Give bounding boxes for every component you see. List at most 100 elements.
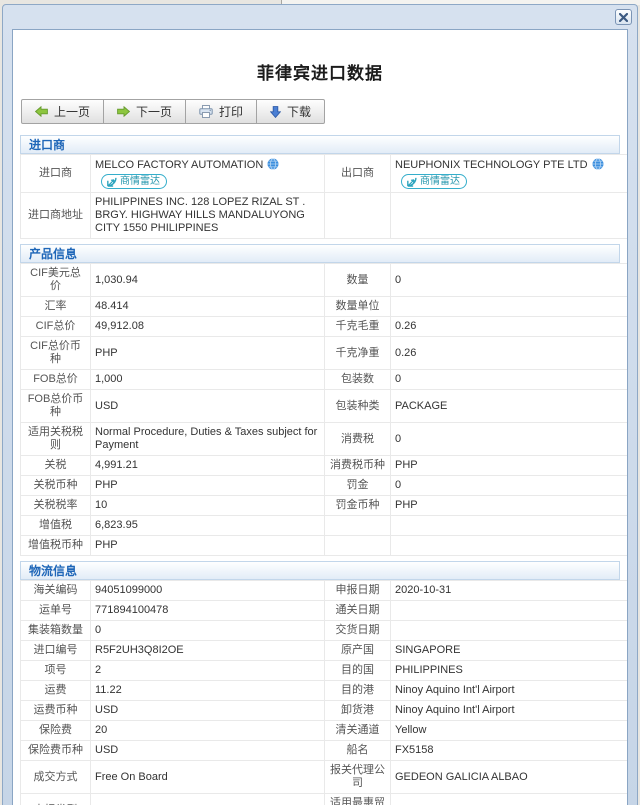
table-row: CIF总价 49,912.08 千克毛重0.26 <box>21 317 629 337</box>
field-label: 关税税率 <box>21 496 91 516</box>
field-value: Free On Board <box>91 761 325 794</box>
field-value-text: 0.26 <box>395 347 416 359</box>
table-row: FOB总价币种USD包装种类PACKAGE <box>21 390 629 423</box>
field-label: 运费币种 <box>21 701 91 721</box>
field-value-text: Yellow <box>395 724 426 736</box>
field-label: 适用关税税则 <box>21 423 91 456</box>
sections-container: 进口商进口商MELCO FACTORY AUTOMATION商情雷达出口商NEU… <box>13 135 627 805</box>
field-label: 原产国 <box>325 641 391 661</box>
field-label: 目的港 <box>325 681 391 701</box>
field-value-text: 94051099000 <box>95 584 162 596</box>
table-row: 保险费 20 清关通道 Yellow <box>21 721 629 741</box>
table-row: 增值税币种PHP <box>21 536 629 556</box>
field-value-text: Ninoy Aquino Int'l Airport <box>395 684 515 696</box>
table-row: 运费11.22目的港 Ninoy Aquino Int'l Airport <box>21 681 629 701</box>
field-value: 20 <box>91 721 325 741</box>
table-row: 申报类型Direct entry for home use适用最惠贸易协议 <box>21 794 629 805</box>
field-label: 清关通道 <box>325 721 391 741</box>
field-value-text: PHILIPPINES <box>395 664 463 676</box>
field-label <box>325 536 391 556</box>
field-label: 包装种类 <box>325 390 391 423</box>
download-label: 下载 <box>287 103 311 120</box>
field-label: 进口编号 <box>21 641 91 661</box>
table-row: 运费币种USD卸货港Ninoy Aquino Int'l Airport <box>21 701 629 721</box>
print-button[interactable]: 打印 <box>185 99 257 124</box>
dialog-content: 菲律宾进口数据 上一页 下一页 打印 下载 进口商进口商MELCO FACTOR… <box>12 29 628 805</box>
field-label: 船名 <box>325 741 391 761</box>
field-value-text: R5F2UH3Q8I2OE <box>95 644 184 656</box>
field-value-text: 20 <box>95 724 107 736</box>
field-value: 0 <box>391 476 629 496</box>
field-value <box>391 516 629 536</box>
field-value: 0.26 <box>391 317 629 337</box>
field-value: 0 <box>391 264 629 297</box>
field-value-text: SINGAPORE <box>395 644 460 656</box>
field-value-text: 6,823.95 <box>95 519 138 531</box>
field-value-text: Free On Board <box>95 771 168 783</box>
field-value: 2 <box>91 661 325 681</box>
field-label: 增值税币种 <box>21 536 91 556</box>
radar-icon <box>106 176 117 187</box>
field-label: 千克毛重 <box>325 317 391 337</box>
table-row: CIF美元总价1,030.94数量0 <box>21 264 629 297</box>
field-label: 申报类型 <box>21 794 91 805</box>
globe-icon[interactable] <box>592 158 604 174</box>
table-row: 海关编码94051099000申报日期2020-10-31 <box>21 581 629 601</box>
field-value-text: USD <box>95 400 118 412</box>
field-value-text: USD <box>95 744 118 756</box>
field-label: 目的国 <box>325 661 391 681</box>
field-value: Direct entry for home use <box>91 794 325 805</box>
table-row: 汇率48.414数量单位 <box>21 297 629 317</box>
field-label: 包装数 <box>325 370 391 390</box>
field-value: R5F2UH3Q8I2OE <box>91 641 325 661</box>
field-value-text: Ninoy Aquino Int'l Airport <box>395 704 515 716</box>
page-title: 菲律宾进口数据 <box>13 59 627 84</box>
field-value <box>391 621 629 641</box>
field-value-text: 0 <box>95 624 101 636</box>
table-row: 进口商MELCO FACTORY AUTOMATION商情雷达出口商NEUPHO… <box>21 155 629 193</box>
field-value: FX5158 <box>391 741 629 761</box>
field-value: PHILIPPINES <box>391 661 629 681</box>
field-value: 6,823.95 <box>91 516 325 536</box>
field-value: SINGAPORE <box>391 641 629 661</box>
table-row: 适用关税税则Normal Procedure, Duties & Taxes s… <box>21 423 629 456</box>
field-value-text: 1,000 <box>95 373 123 385</box>
field-value: 11.22 <box>91 681 325 701</box>
close-icon[interactable] <box>615 9 632 25</box>
arrow-right-icon <box>117 106 130 117</box>
field-value: PHP <box>91 337 325 370</box>
globe-icon[interactable] <box>267 158 279 174</box>
section-header-logistics: 物流信息 <box>20 561 620 580</box>
field-label: 关税币种 <box>21 476 91 496</box>
table-row: 项号2目的国PHILIPPINES <box>21 661 629 681</box>
field-value: 10 <box>91 496 325 516</box>
field-label: FOB总价币种 <box>21 390 91 423</box>
field-value-text: NEUPHONIX TECHNOLOGY PTE LTD <box>395 159 588 171</box>
download-button[interactable]: 下载 <box>256 99 325 124</box>
field-value-text: 49,912.08 <box>95 320 144 332</box>
radar-badge[interactable]: 商情雷达 <box>101 174 167 189</box>
dialog-titlebar[interactable] <box>3 5 637 29</box>
table-row: CIF总价币种PHP千克净重0.26 <box>21 337 629 370</box>
field-label: 罚金币种 <box>325 496 391 516</box>
field-value-text: 771894100478 <box>95 604 168 616</box>
field-label: 运费 <box>21 681 91 701</box>
next-page-label: 下一页 <box>136 103 172 120</box>
field-value: GEDEON GALICIA ALBAO <box>391 761 629 794</box>
field-label: 汇率 <box>21 297 91 317</box>
field-value: 1,000 <box>91 370 325 390</box>
field-value: PHP <box>391 456 629 476</box>
field-value: PHP <box>91 476 325 496</box>
field-label: 保险费 <box>21 721 91 741</box>
field-value-text: GEDEON GALICIA ALBAO <box>395 771 528 783</box>
field-value-text: Normal Procedure, Duties & Taxes subject… <box>95 426 317 451</box>
field-value-text: 0 <box>395 274 401 286</box>
field-label: 成交方式 <box>21 761 91 794</box>
radar-badge[interactable]: 商情雷达 <box>401 174 467 189</box>
table-row: 关税币种PHP罚金0 <box>21 476 629 496</box>
field-value-text: FX5158 <box>395 744 434 756</box>
field-label: CIF总价 <box>21 317 91 337</box>
next-page-button[interactable]: 下一页 <box>103 99 186 124</box>
prev-page-button[interactable]: 上一页 <box>21 99 104 124</box>
field-label: CIF美元总价 <box>21 264 91 297</box>
